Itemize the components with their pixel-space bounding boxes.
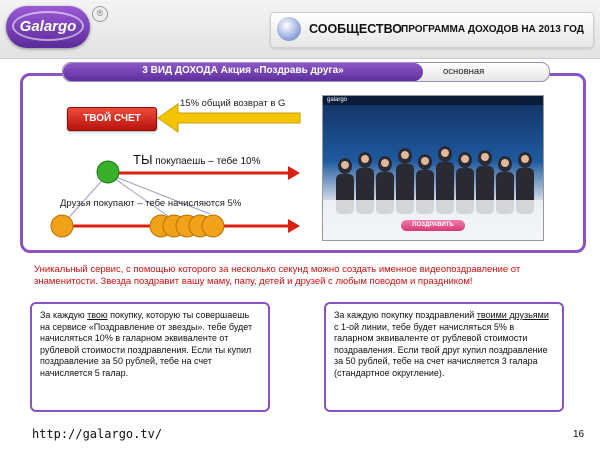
own-purchase-text-2: покупку, которую ты совершаешь на сервис…: [40, 310, 253, 378]
own-purchase-text-1: За каждую: [40, 310, 88, 320]
friend-dot: [50, 214, 74, 238]
own-purchase-box: За каждую твою покупку, которую ты совер…: [30, 302, 270, 412]
congratulate-button[interactable]: ПОЗДРАВИТЬ: [401, 220, 465, 231]
friends-purchase-text-2: с 1-ой линии, тебе будет начисляться 5% …: [334, 321, 548, 378]
you-label: ТЫ покупаешь – тебе 10%: [133, 152, 260, 167]
friends-purchase-text-1: За каждую покупку поздравлений: [334, 310, 477, 320]
friends-purchase-box: За каждую покупку поздравлений твоими др…: [324, 302, 564, 412]
slide: Galargo ® СООБЩЕСТВО ПРОГРАММА ДОХОДОВ Н…: [0, 0, 600, 450]
own-purchase-underlined: твою: [87, 310, 108, 320]
your-account-button[interactable]: ТВОЙ СЧЕТ: [67, 107, 157, 131]
connector-line: [107, 173, 169, 217]
celebrity-crowd-image: [323, 146, 543, 240]
you-arrow-head: [288, 166, 300, 180]
page-number: 16: [573, 429, 585, 440]
friend-dot: [201, 214, 225, 238]
you-label-big: ТЫ: [133, 152, 153, 167]
celebrity-video-screenshot[interactable]: galargo ПОЗДРАВИТЬ: [322, 95, 544, 241]
service-description: Уникальный сервис, с помощью которого за…: [34, 264, 521, 287]
you-dot: [96, 160, 120, 184]
friends-arrow-head: [288, 219, 300, 233]
you-label-rest: покупаешь – тебе 10%: [152, 156, 261, 167]
return-label: 15% общий возврат в G: [180, 98, 286, 109]
friends-label: Друзья покупают – тебе начисляются 5%: [60, 198, 242, 209]
footer-url-link[interactable]: http://galargo.tv/: [32, 427, 162, 441]
friends-purchase-underlined: твоими друзьями: [476, 310, 549, 320]
